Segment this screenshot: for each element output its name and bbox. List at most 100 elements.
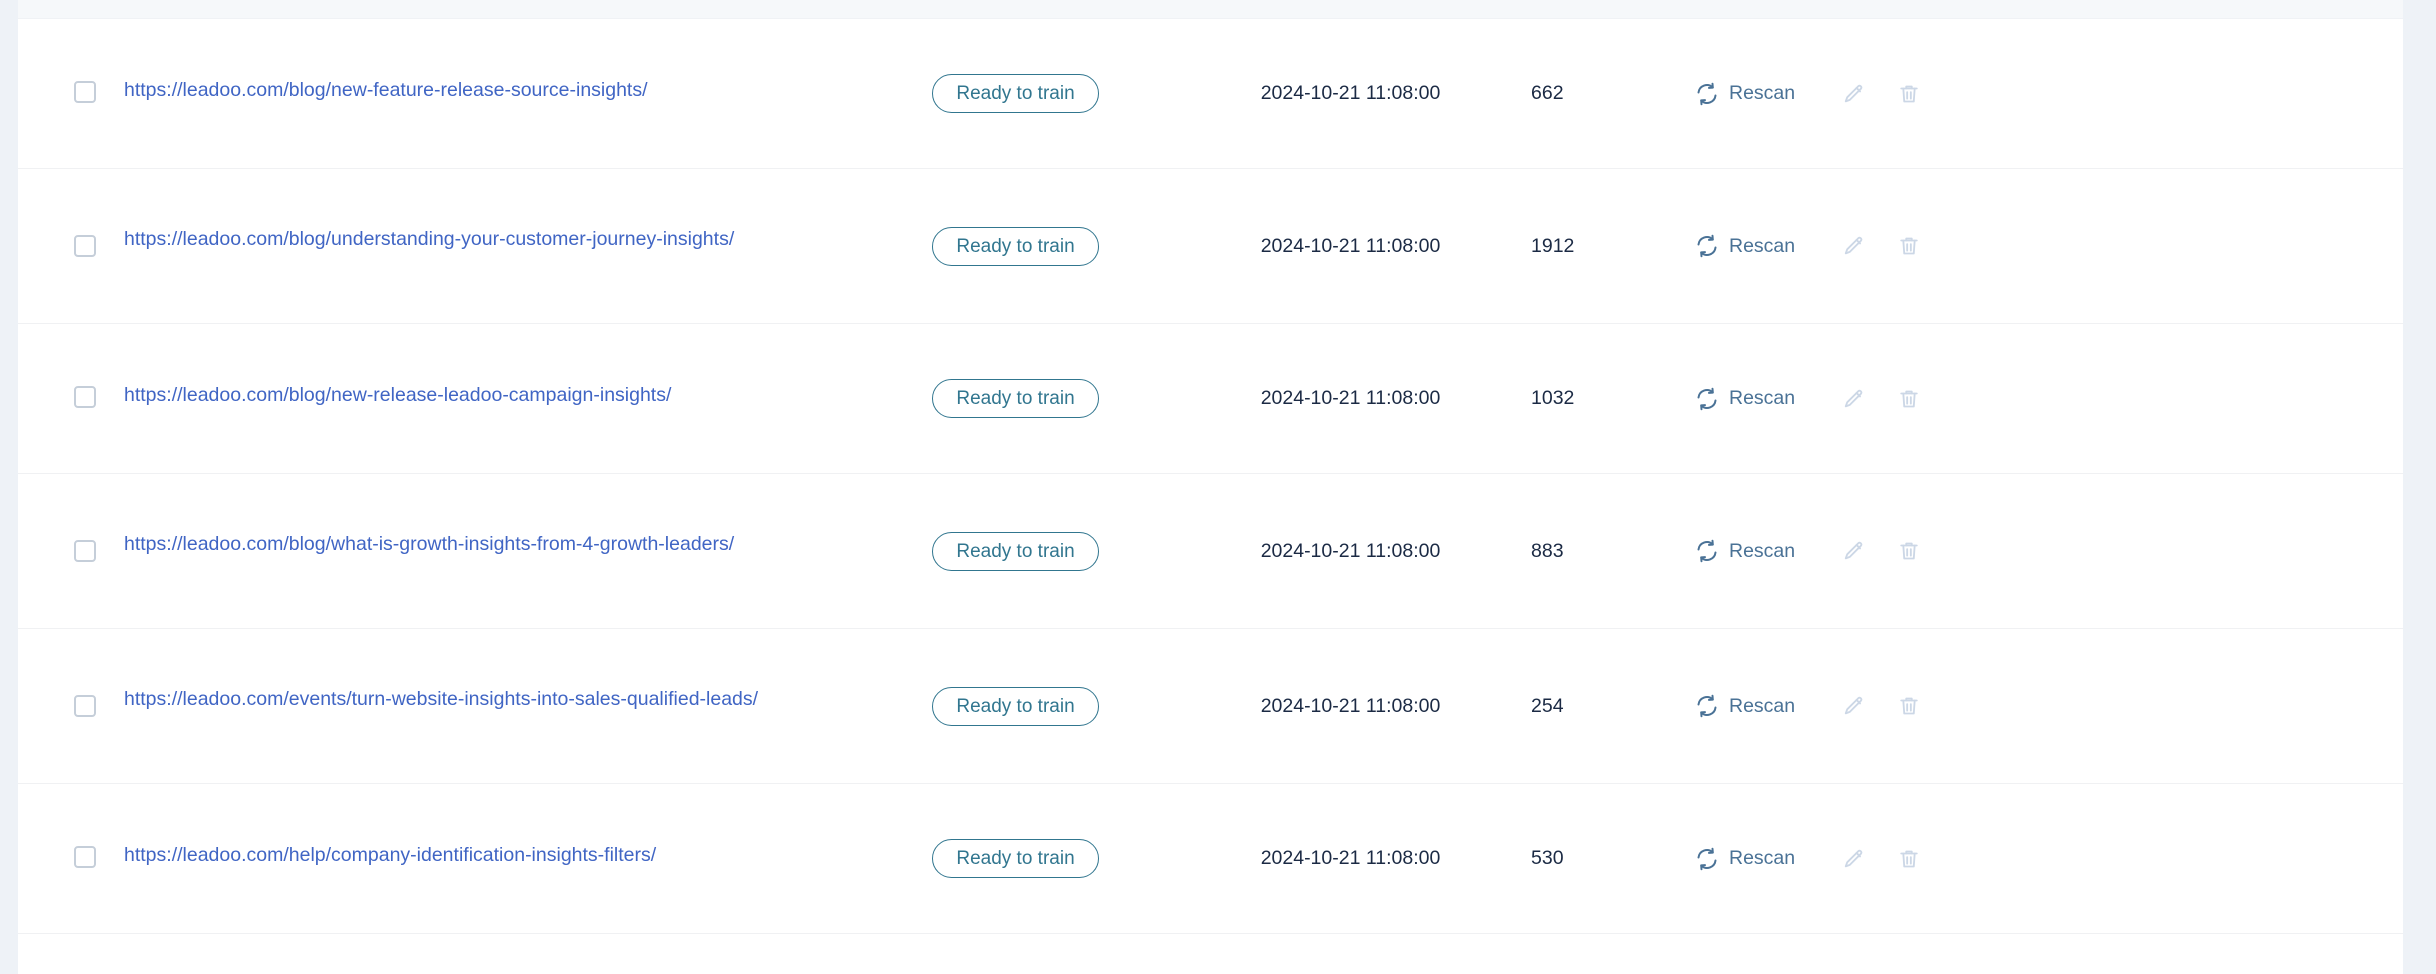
row-select-cell [18,169,96,257]
row-count-cell: 530 [1488,847,1668,870]
row-url-link[interactable]: https://leadoo.com/events/turn-website-i… [124,688,758,710]
rescan-button[interactable]: Rescan [1695,847,1795,871]
row-status-cell: Ready to train [818,227,1213,266]
row-count-cell: 662 [1488,82,1668,105]
pencil-icon [1843,695,1865,717]
row-count-cell: 1032 [1488,387,1668,410]
trash-icon [1898,848,1920,870]
sync-icon [1695,387,1719,411]
edit-button[interactable] [1834,531,1874,571]
row-date-cell: 2024-10-21 11:08:00 [1213,387,1488,410]
row-status-cell: Ready to train [818,687,1213,726]
row-checkbox[interactable] [74,81,96,103]
row-url-link[interactable]: https://leadoo.com/blog/what-is-growth-i… [124,533,734,555]
sync-icon [1695,234,1719,258]
row-checkbox[interactable] [74,540,96,562]
rescan-label: Rescan [1729,82,1795,105]
delete-button[interactable] [1889,379,1929,419]
row-url-link[interactable]: https://leadoo.com/blog/new-feature-rele… [124,79,648,101]
rescan-label: Rescan [1729,847,1795,870]
row-select-cell [18,629,96,717]
pencil-icon [1843,388,1865,410]
status-badge[interactable]: Ready to train [932,839,1098,878]
sync-icon [1695,539,1719,563]
sync-icon [1695,847,1719,871]
row-status-cell: Ready to train [818,532,1213,571]
row-url-cell: https://leadoo.com/blog/new-release-lead… [96,324,818,410]
row-actions-cell: Rescan [1668,379,2403,419]
table-row[interactable]: https://leadoo.com/blog/understanding-yo… [18,169,2403,324]
table-row[interactable]: https://leadoo.com/help/company-identifi… [18,784,2403,934]
rescan-label: Rescan [1729,387,1795,410]
delete-button[interactable] [1889,686,1929,726]
rescan-button[interactable]: Rescan [1695,82,1795,106]
rescan-label: Rescan [1729,695,1795,718]
rescan-button[interactable]: Rescan [1695,234,1795,258]
sync-icon [1695,694,1719,718]
rescan-button[interactable]: Rescan [1695,539,1795,563]
status-badge[interactable]: Ready to train [932,74,1098,113]
row-actions-cell: Rescan [1668,686,2403,726]
edit-button[interactable] [1834,226,1874,266]
row-date-cell: 2024-10-21 11:08:00 [1213,540,1488,563]
row-count-cell: 1912 [1488,235,1668,258]
trash-icon [1898,388,1920,410]
delete-button[interactable] [1889,226,1929,266]
row-url-link[interactable]: https://leadoo.com/blog/understanding-yo… [124,228,734,250]
status-badge[interactable]: Ready to train [932,227,1098,266]
row-url-link[interactable]: https://leadoo.com/blog/new-release-lead… [124,384,671,406]
row-actions-cell: Rescan [1668,226,2403,266]
table-row[interactable]: https://leadoo.com/events/turn-website-i… [18,629,2403,784]
status-badge[interactable]: Ready to train [932,532,1098,571]
rescan-label: Rescan [1729,540,1795,563]
row-select-cell [18,784,96,868]
row-select-cell [18,324,96,408]
pencil-icon [1843,848,1865,870]
rescan-button[interactable]: Rescan [1695,387,1795,411]
table-header-strip [18,0,2403,19]
trash-icon [1898,695,1920,717]
row-count-cell: 883 [1488,540,1668,563]
edit-button[interactable] [1834,839,1874,879]
table-row[interactable]: https://leadoo.com/blog/what-is-growth-i… [18,474,2403,629]
table-row-partial[interactable] [18,934,2403,964]
row-url-cell: https://leadoo.com/blog/what-is-growth-i… [96,474,818,559]
pencil-icon [1843,235,1865,257]
row-status-cell: Ready to train [818,839,1213,878]
edit-button[interactable] [1834,74,1874,114]
delete-button[interactable] [1889,531,1929,571]
row-url-cell: https://leadoo.com/blog/understanding-yo… [96,169,818,254]
row-url-link[interactable]: https://leadoo.com/help/company-identifi… [124,844,656,866]
row-count-cell: 254 [1488,695,1668,718]
page-root: https://leadoo.com/blog/new-feature-rele… [0,0,2436,974]
delete-button[interactable] [1889,839,1929,879]
row-select-cell [18,19,96,103]
row-actions-cell: Rescan [1668,531,2403,571]
table-body: https://leadoo.com/blog/new-feature-rele… [18,19,2403,934]
row-date-cell: 2024-10-21 11:08:00 [1213,847,1488,870]
row-checkbox[interactable] [74,235,96,257]
rescan-label: Rescan [1729,235,1795,258]
row-checkbox[interactable] [74,846,96,868]
table-row[interactable]: https://leadoo.com/blog/new-release-lead… [18,324,2403,474]
delete-button[interactable] [1889,74,1929,114]
row-checkbox[interactable] [74,386,96,408]
row-date-cell: 2024-10-21 11:08:00 [1213,235,1488,258]
rescan-button[interactable]: Rescan [1695,694,1795,718]
url-table-card: https://leadoo.com/blog/new-feature-rele… [18,0,2403,974]
row-status-cell: Ready to train [818,74,1213,113]
table-row[interactable]: https://leadoo.com/blog/new-feature-rele… [18,19,2403,169]
trash-icon [1898,235,1920,257]
edit-button[interactable] [1834,379,1874,419]
row-url-cell: https://leadoo.com/help/company-identifi… [96,784,818,870]
edit-button[interactable] [1834,686,1874,726]
status-badge[interactable]: Ready to train [932,379,1098,418]
trash-icon [1898,83,1920,105]
row-select-cell [18,474,96,562]
row-url-cell: https://leadoo.com/events/turn-website-i… [96,629,818,714]
pencil-icon [1843,540,1865,562]
status-badge[interactable]: Ready to train [932,687,1098,726]
row-actions-cell: Rescan [1668,839,2403,879]
row-url-cell: https://leadoo.com/blog/new-feature-rele… [96,19,818,105]
row-checkbox[interactable] [74,695,96,717]
